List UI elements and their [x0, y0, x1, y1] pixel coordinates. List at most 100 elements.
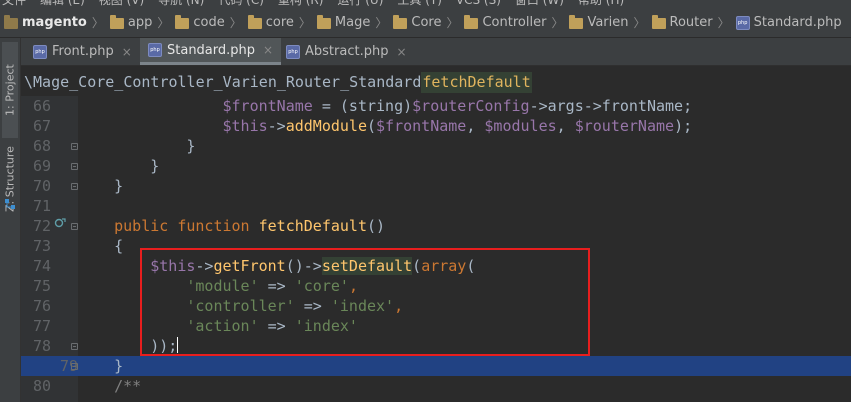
php-file-icon: [33, 44, 47, 59]
line-number: 74: [32, 257, 51, 275]
tab-abstract-php[interactable]: Abstract.php ×: [278, 38, 415, 65]
menu-item[interactable]: 导航 (N): [158, 0, 204, 7]
php-file-icon: [735, 15, 750, 30]
folder-icon: [316, 14, 331, 29]
breadcrumb-method[interactable]: fetchDefault: [421, 72, 532, 93]
nav-separator-icon: 〉: [551, 16, 564, 30]
fold-marker-icon[interactable]: [71, 343, 78, 350]
code-line-79: }: [78, 356, 851, 376]
code-breadcrumb: \Mage_Core_Controller_Varien_Router_Stan…: [21, 66, 851, 96]
php-file-icon: [148, 43, 162, 57]
menu-item[interactable]: 工具 (T): [397, 0, 442, 7]
tab-standard-php[interactable]: Standard.php ×: [140, 38, 282, 65]
nav-crumb-code[interactable]: code: [175, 14, 225, 30]
nav-crumb-standard-php[interactable]: Standard.php: [735, 15, 842, 30]
fold-marker-icon[interactable]: [71, 143, 78, 150]
folder-icon: [247, 14, 262, 29]
fold-marker-icon[interactable]: [71, 183, 78, 190]
nav-crumb-label: Standard.php: [753, 15, 842, 30]
folder-icon: [4, 14, 18, 29]
nav-crumb-core[interactable]: core: [247, 14, 294, 30]
code-line-67: $this->addModule($frontName, $modules, $…: [222, 117, 693, 135]
fold-marker-icon[interactable]: [71, 223, 78, 230]
nav-crumb-label: core: [265, 15, 294, 30]
project-tool-tab[interactable]: 1: Project: [2, 42, 18, 138]
tab-label: Standard.php: [167, 42, 256, 58]
code-line-73: {: [78, 237, 124, 255]
menu-item[interactable]: 编辑 (E): [40, 0, 85, 7]
nav-separator-icon: 〉: [375, 16, 388, 30]
line-number: 70: [32, 177, 51, 195]
structure-icon: [5, 199, 15, 209]
code-editor[interactable]: $frontName = (string)$routerConfig->args…: [78, 96, 851, 402]
line-number: 73: [32, 237, 51, 255]
menu-item[interactable]: 文件: [2, 0, 26, 7]
close-icon[interactable]: ×: [396, 45, 406, 59]
code-line-80: /**: [114, 377, 142, 395]
nav-separator-icon: 〉: [446, 16, 459, 30]
fold-marker-icon[interactable]: [71, 363, 78, 370]
line-number: 80: [32, 377, 51, 395]
menu-item[interactable]: 帮助 (H): [578, 0, 624, 7]
nav-crumb-controller[interactable]: Controller: [464, 14, 547, 30]
close-icon[interactable]: ×: [122, 45, 132, 59]
nav-crumb-label: Router: [669, 15, 713, 30]
nav-crumb-app[interactable]: app: [109, 14, 153, 30]
editor-tab-bar: Front.php × Standard.php × Abstract.php …: [21, 38, 851, 66]
folder-icon: [464, 14, 479, 29]
nav-separator-icon: 〉: [298, 16, 311, 30]
folder-icon: [569, 14, 584, 29]
tool-window-strip: 1: Project Z: Structure: [0, 38, 21, 402]
line-number: 66: [32, 97, 51, 115]
nav-crumb-core[interactable]: Core: [393, 14, 442, 30]
nav-separator-icon: 〉: [633, 16, 646, 30]
nav-crumb-router[interactable]: Router: [651, 14, 713, 30]
implements-method-icon[interactable]: [54, 218, 66, 230]
menu-item[interactable]: 代码 (C): [218, 0, 264, 7]
close-icon[interactable]: ×: [263, 43, 273, 57]
text-caret: [177, 337, 179, 353]
line-number: 76: [32, 297, 51, 315]
code-line-78: ));: [78, 337, 179, 355]
nav-crumb-label: Controller: [482, 15, 547, 30]
nav-separator-icon: 〉: [157, 16, 170, 30]
php-file-icon: [286, 44, 300, 59]
nav-crumb-magento[interactable]: magento: [4, 14, 87, 30]
line-number: 67: [32, 117, 51, 135]
menu-item[interactable]: 视图 (V): [99, 0, 144, 7]
menu-item[interactable]: 重构 (R): [278, 0, 324, 7]
code-line-69: }: [78, 157, 160, 175]
code-line-76: 'controller' => 'index',: [186, 297, 404, 315]
code-line-68: }: [78, 137, 196, 155]
line-number: 71: [32, 197, 51, 215]
code-line-72: public function fetchDefault(): [114, 217, 386, 235]
code-line-66: $frontName = (string)$routerConfig->args…: [222, 97, 693, 115]
nav-crumb-label: app: [127, 15, 153, 30]
code-line-77: 'action' => 'index': [186, 317, 358, 335]
menu-bar: 文件 编辑 (E) 视图 (V) 导航 (N) 代码 (C) 重构 (R) 运行 (U) 工具…: [0, 0, 851, 8]
fold-marker-icon[interactable]: [71, 163, 78, 170]
code-line-74: $this->getFront()->setDefault(array(: [150, 257, 476, 275]
menu-item[interactable]: VCS (S): [456, 0, 501, 7]
nav-crumb-mage[interactable]: Mage: [316, 14, 371, 30]
tab-label: Front.php: [52, 44, 114, 59]
nav-separator-icon: 〉: [717, 16, 730, 30]
line-number: 69: [32, 157, 51, 175]
menu-item[interactable]: 运行 (U): [337, 0, 383, 7]
breadcrumb-class[interactable]: \Mage_Core_Controller_Varien_Router_Stan…: [24, 73, 421, 91]
nav-crumb-label: magento: [22, 15, 87, 30]
line-number: 72: [32, 217, 51, 235]
folder-icon: [651, 14, 666, 29]
folder-icon: [393, 14, 408, 29]
project-tool-label: 1: Project: [3, 64, 17, 116]
tab-label: Abstract.php: [305, 44, 389, 59]
nav-crumb-varien[interactable]: Varien: [569, 14, 629, 30]
menu-item[interactable]: 窗口 (W): [515, 0, 564, 7]
line-number: 79: [21, 356, 78, 376]
line-number: 68: [32, 137, 51, 155]
nav-crumb-label: Mage: [334, 15, 371, 30]
nav-crumb-label: Core: [411, 15, 442, 30]
tab-front-php[interactable]: Front.php ×: [25, 38, 140, 65]
line-number: 75: [32, 277, 51, 295]
